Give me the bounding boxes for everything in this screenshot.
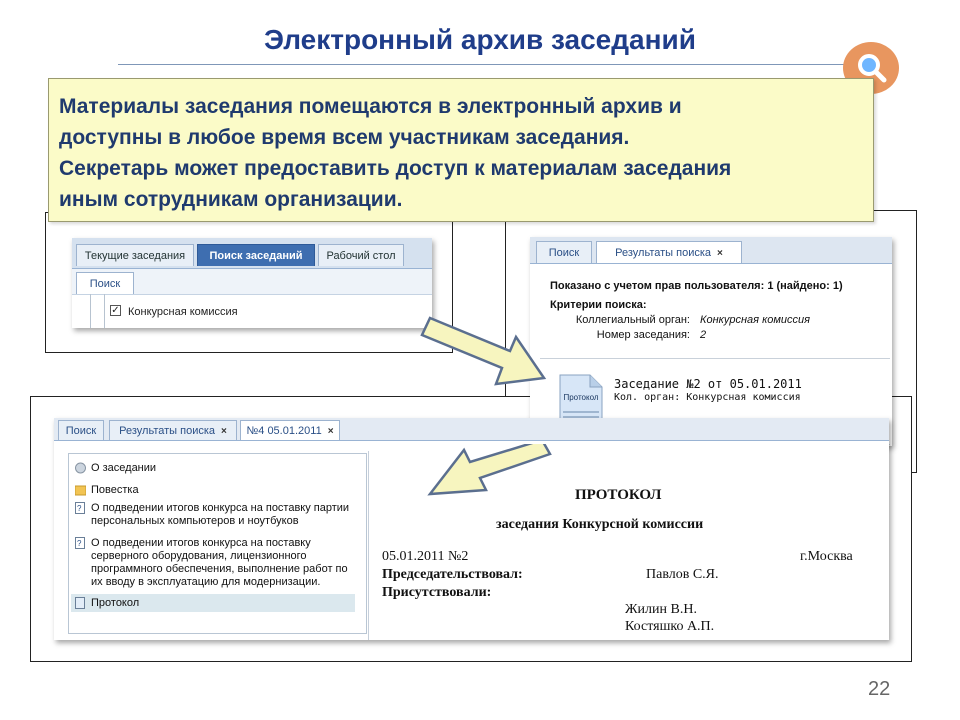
arrow-left-icon — [427, 444, 552, 496]
chair-label: Председательствовал: — [382, 567, 523, 582]
arrow-right-icon — [420, 316, 547, 386]
main-tab-bar: Текущие заседания Поиск заседаний Рабочи… — [72, 238, 432, 269]
commission-checkbox-label: Конкурсная комиссия — [128, 306, 238, 318]
tree-guide — [104, 294, 105, 328]
tab-current-meetings[interactable]: Текущие заседания — [76, 244, 194, 266]
tab-search[interactable]: Поиск — [536, 241, 592, 263]
tab-meeting-search[interactable]: Поиск заседаний — [197, 244, 315, 266]
callout-text: Материалы заседания помещаются в электро… — [59, 91, 859, 215]
result-subtitle: Кол. орган: Конкурсная комиссия — [614, 392, 801, 403]
present-name: Костяшко А.П. — [625, 619, 715, 634]
tab-search-results[interactable]: Результаты поиска × — [596, 241, 742, 263]
tab-label: Результаты поиска — [615, 247, 712, 259]
result-title[interactable]: Заседание №2 от 05.01.2011 — [614, 377, 802, 391]
tab-label: Результаты поиска — [119, 425, 216, 437]
close-icon[interactable]: × — [328, 426, 334, 437]
sub-tab-bar: Поиск — [72, 269, 432, 295]
meeting-tab-bar: Поиск Результаты поиска × №4 05.01.2011 × — [54, 418, 889, 441]
criteria-label: Номер заседания: — [596, 329, 690, 341]
tree-guide — [90, 294, 91, 328]
tab-meeting[interactable]: №4 05.01.2011 × — [240, 420, 340, 440]
criteria-value: Конкурсная комиссия — [700, 314, 811, 326]
svg-text:?: ? — [77, 504, 82, 513]
present-label: Присутствовали: — [382, 585, 492, 600]
criteria-header: Критерии поиска: — [550, 299, 647, 311]
callout-line: иным сотрудникам организации. — [59, 188, 403, 211]
criteria-value: 2 — [700, 329, 707, 341]
tab-search-results[interactable]: Результаты поиска × — [109, 420, 237, 440]
criteria-label: Коллегиальный орган: — [575, 314, 690, 326]
chair-name: Павлов С.Я. — [646, 567, 719, 582]
document-icon — [75, 597, 85, 609]
callout-line: Материалы заседания помещаются в электро… — [59, 95, 682, 118]
document-heading: ПРОТОКОЛ — [575, 487, 662, 503]
close-icon[interactable]: × — [221, 426, 227, 437]
tab-search[interactable]: Поиск — [58, 420, 104, 440]
question-doc-icon: ? — [75, 537, 85, 549]
title-divider — [118, 64, 858, 65]
callout-line: Секретарь может предоставить доступ к ма… — [59, 157, 732, 180]
results-summary: Показано с учетом прав пользователя: 1 (… — [550, 280, 843, 292]
results-tab-bar: Поиск Результаты поиска × — [530, 237, 892, 264]
document-city: г.Москва — [800, 549, 853, 564]
folder-icon — [75, 485, 86, 496]
tab-label: №4 05.01.2011 — [246, 425, 322, 437]
commission-checkbox[interactable]: ✓ — [110, 305, 121, 316]
search-panel: Текущие заседания Поиск заседаний Рабочи… — [72, 238, 432, 328]
document-icon-label: Протокол — [563, 393, 599, 402]
divider — [540, 358, 890, 359]
question-doc-icon: ? — [75, 502, 85, 514]
document-subheading: заседания Конкурсной комиссии — [496, 517, 704, 532]
svg-text:?: ? — [77, 539, 82, 548]
tab-desktop[interactable]: Рабочий стол — [318, 244, 404, 266]
tab-search[interactable]: Поиск — [76, 272, 134, 294]
results-panel: Поиск Результаты поиска × Показано с учет… — [530, 237, 892, 446]
present-name: Жилин В.Н. — [625, 602, 697, 617]
info-icon — [75, 462, 86, 474]
meeting-tree: О заседании Повестка ? О подведении итог… — [68, 453, 367, 634]
page-number: 22 — [868, 678, 891, 700]
document-date-number: 05.01.2011 №2 — [382, 549, 469, 564]
description-callout: Материалы заседания помещаются в электро… — [48, 78, 874, 222]
slide-title: Электронный архив заседаний — [264, 24, 696, 55]
callout-line: доступны в любое время всем участникам з… — [59, 126, 630, 149]
close-icon[interactable]: × — [717, 248, 723, 259]
